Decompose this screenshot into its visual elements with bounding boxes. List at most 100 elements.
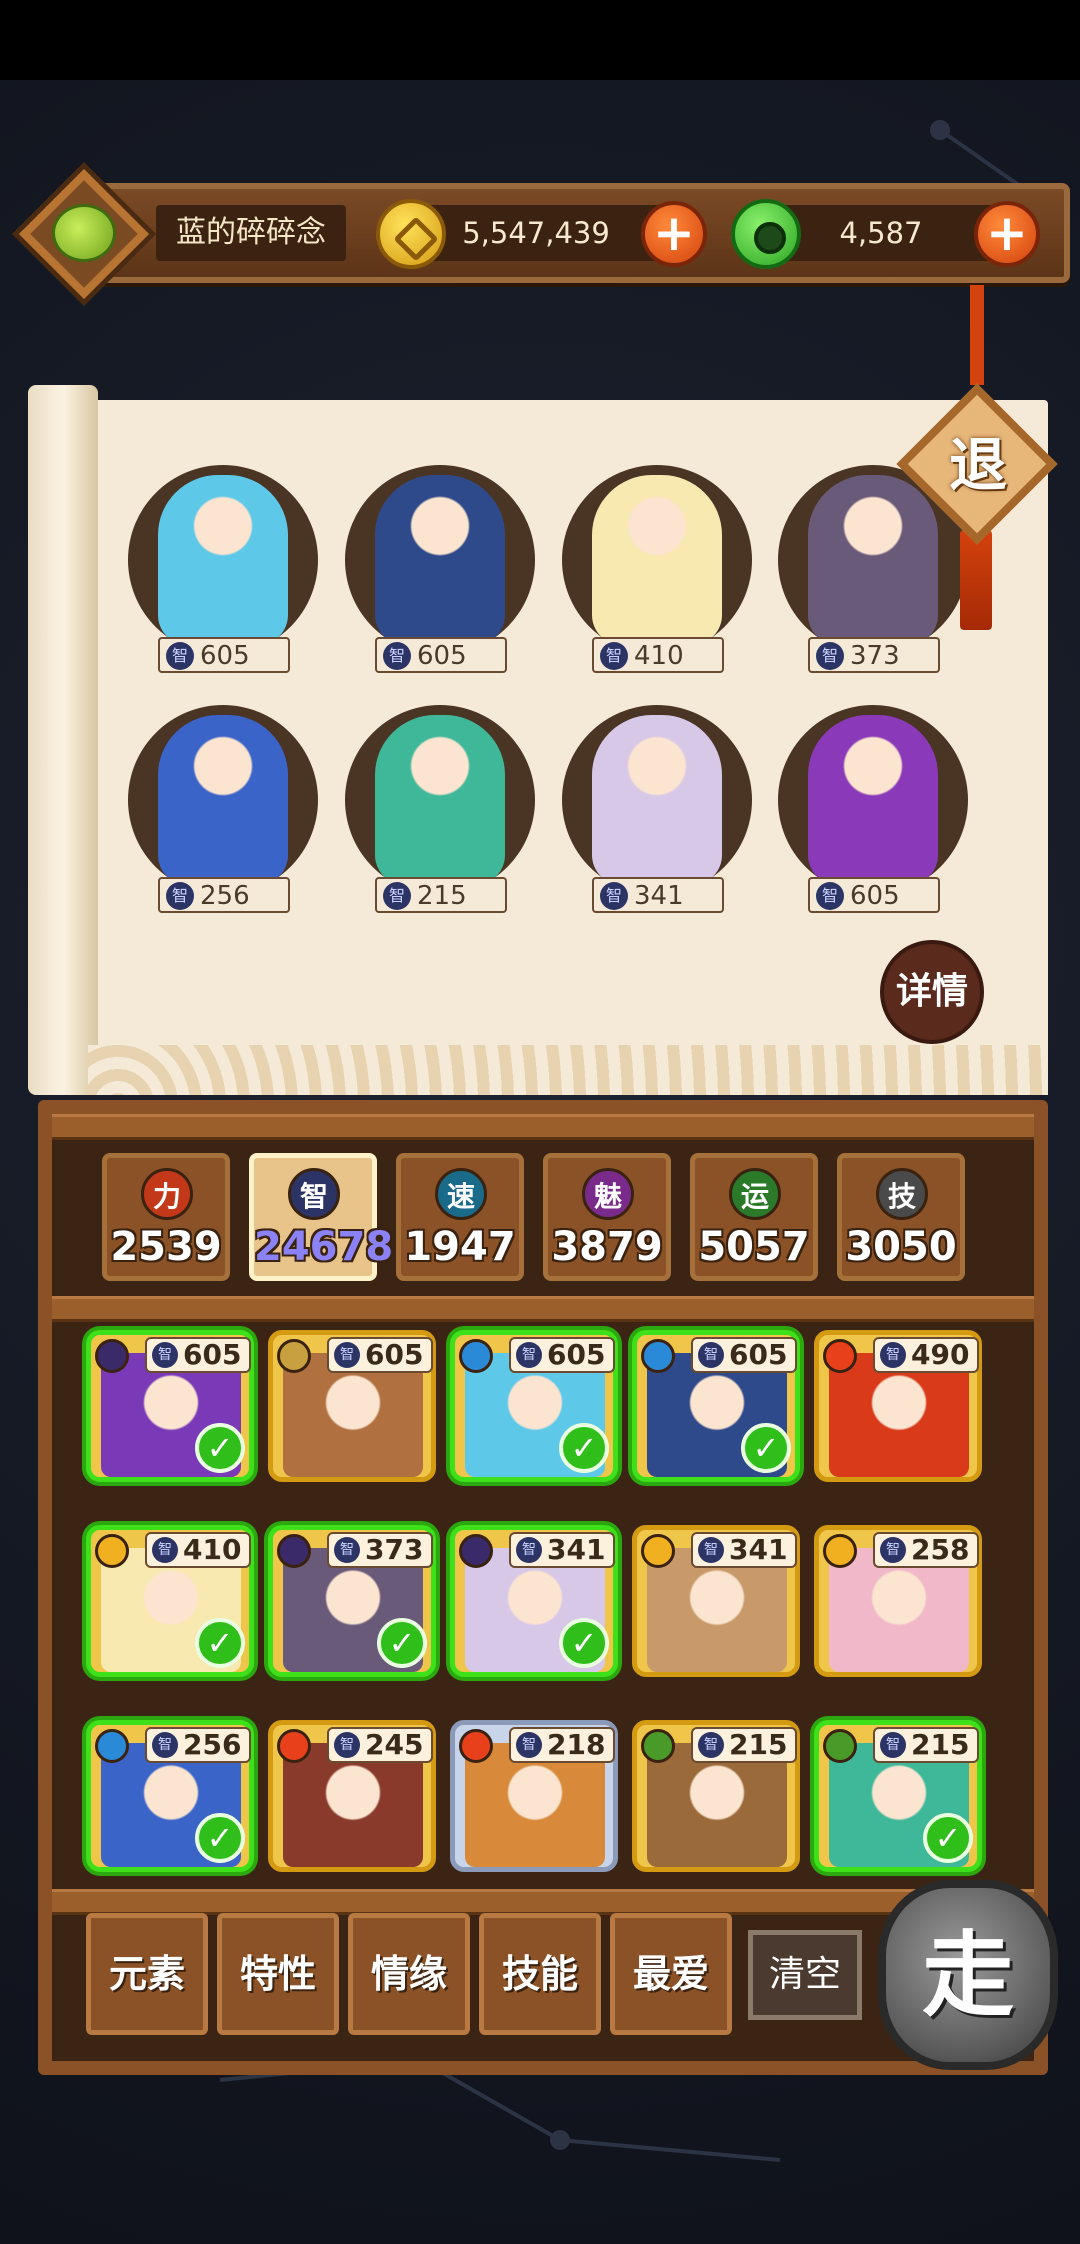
intelligence-icon: 智 (816, 882, 844, 910)
attribute-tab[interactable]: 速 1947 (396, 1153, 524, 1281)
roster-hero-card[interactable]: 智 245 (268, 1720, 436, 1872)
roster-hero-card[interactable]: 智 410 ✓ (86, 1525, 254, 1677)
frog-avatar-icon (52, 204, 116, 262)
attribute-value: 3050 (845, 1224, 957, 1270)
intelligence-icon: 智 (166, 882, 194, 910)
roster-hero-card[interactable]: 智 490 (814, 1330, 982, 1482)
hero-stat-badge: 智 490 (873, 1337, 979, 1373)
hero-stat-value: 256 (183, 1728, 242, 1761)
hero-stat-badge: 智 215 (691, 1727, 797, 1763)
detail-button[interactable]: 详情 (880, 940, 984, 1044)
team-hero-slot[interactable]: 智 410 (562, 465, 752, 673)
hero-stat-value: 410 (634, 641, 684, 671)
hero-stat-value: 215 (729, 1728, 788, 1761)
intelligence-icon: 智 (516, 1342, 542, 1368)
intelligence-icon: 智 (600, 642, 628, 670)
hero-portrait (592, 475, 722, 645)
exit-button[interactable]: 退 (896, 383, 1058, 545)
hero-stat-value: 215 (417, 881, 467, 911)
roster-hero-card[interactable]: 智 218 (450, 1720, 618, 1872)
filter-button[interactable]: 技能 (479, 1913, 601, 2035)
hero-stat-value: 605 (365, 1338, 424, 1371)
go-button[interactable]: 走 (878, 1880, 1058, 2070)
intelligence-icon: 智 (334, 1537, 360, 1563)
filter-button[interactable]: 最爱 (610, 1913, 732, 2035)
team-hero-slot[interactable]: 智 341 (562, 705, 752, 913)
hero-stat-value: 373 (850, 641, 900, 671)
hero-stat-badge: 智 258 (873, 1532, 979, 1568)
resource-bar: 蓝的碎碎念 5,547,439 + 4,587 + (60, 183, 1070, 283)
intelligence-icon: 智 (152, 1342, 178, 1368)
attribute-value: 3879 (551, 1224, 663, 1270)
clear-button[interactable]: 清空 (748, 1930, 862, 2020)
status-bar (0, 0, 1080, 80)
player-avatar[interactable] (18, 168, 150, 300)
fire-element-icon (459, 1729, 493, 1763)
team-hero-slot[interactable]: 智 605 (345, 465, 535, 673)
go-label: 走 (921, 1922, 1014, 2029)
hero-stat-tag: 智 341 (592, 877, 724, 913)
selected-check-icon: ✓ (741, 1423, 791, 1473)
roster-hero-card[interactable]: 智 605 ✓ (450, 1330, 618, 1482)
hero-stat-badge: 智 215 (873, 1727, 979, 1763)
selected-check-icon: ✓ (377, 1618, 427, 1668)
water-element-icon (95, 1729, 129, 1763)
cabinet-attribute-shelf (52, 1296, 1034, 1322)
fire-element-icon (823, 1339, 857, 1373)
hero-portrait (375, 715, 505, 885)
filter-button[interactable]: 情缘 (348, 1913, 470, 2035)
fire-element-icon (277, 1729, 311, 1763)
hero-stat-value: 215 (911, 1728, 970, 1761)
team-hero-slot[interactable]: 智 215 (345, 705, 535, 913)
attribute-tab[interactable]: 运 5057 (690, 1153, 818, 1281)
water-element-icon (459, 1339, 493, 1373)
hero-portrait (158, 715, 288, 885)
team-hero-slot[interactable]: 智 256 (128, 705, 318, 913)
attribute-tab[interactable]: 力 2539 (102, 1153, 230, 1281)
attribute-icon: 智 (288, 1168, 340, 1220)
attribute-value: 24678 (254, 1224, 394, 1270)
intelligence-icon: 智 (698, 1342, 724, 1368)
team-hero-slot[interactable]: 智 605 (128, 465, 318, 673)
intelligence-icon: 智 (334, 1732, 360, 1758)
selected-check-icon: ✓ (559, 1423, 609, 1473)
add-jade-button[interactable]: + (974, 201, 1040, 267)
hero-stat-tag: 智 256 (158, 877, 290, 913)
add-coins-button[interactable]: + (641, 201, 707, 267)
intelligence-icon: 智 (152, 1732, 178, 1758)
roster-hero-card[interactable]: 智 215 ✓ (814, 1720, 982, 1872)
moon-element-icon (277, 1534, 311, 1568)
hero-stat-badge: 智 218 (509, 1727, 615, 1763)
hero-stat-tag: 智 605 (808, 877, 940, 913)
sun-element-icon (95, 1534, 129, 1568)
attribute-tab[interactable]: 魅 3879 (543, 1153, 671, 1281)
earth-element-icon (277, 1339, 311, 1373)
roster-hero-card[interactable]: 智 258 (814, 1525, 982, 1677)
filter-button[interactable]: 特性 (217, 1913, 339, 2035)
hero-portrait (592, 715, 722, 885)
filter-button[interactable]: 元素 (86, 1913, 208, 2035)
attribute-tab[interactable]: 技 3050 (837, 1153, 965, 1281)
attribute-icon: 力 (141, 1168, 193, 1220)
roster-hero-card[interactable]: 智 341 (632, 1525, 800, 1677)
coin-icon (376, 199, 446, 269)
roster-hero-card[interactable]: 智 605 (268, 1330, 436, 1482)
roster-hero-card[interactable]: 智 605 ✓ (86, 1330, 254, 1482)
intelligence-icon: 智 (698, 1537, 724, 1563)
roster-hero-card[interactable]: 智 256 ✓ (86, 1720, 254, 1872)
attribute-value: 5057 (698, 1224, 810, 1270)
hero-stat-badge: 智 605 (509, 1337, 615, 1373)
intelligence-icon: 智 (166, 642, 194, 670)
roster-hero-card[interactable]: 智 605 ✓ (632, 1330, 800, 1482)
roster-hero-card[interactable]: 智 341 ✓ (450, 1525, 618, 1677)
roster-hero-card[interactable]: 智 215 (632, 1720, 800, 1872)
hero-portrait (375, 475, 505, 645)
intelligence-icon: 智 (334, 1342, 360, 1368)
selected-check-icon: ✓ (559, 1618, 609, 1668)
hero-stat-tag: 智 605 (375, 637, 507, 673)
team-hero-slot[interactable]: 智 605 (778, 705, 968, 913)
attribute-icon: 运 (729, 1168, 781, 1220)
hero-stat-value: 605 (547, 1338, 606, 1371)
roster-hero-card[interactable]: 智 373 ✓ (268, 1525, 436, 1677)
attribute-tab[interactable]: 智 24678 (249, 1153, 394, 1281)
